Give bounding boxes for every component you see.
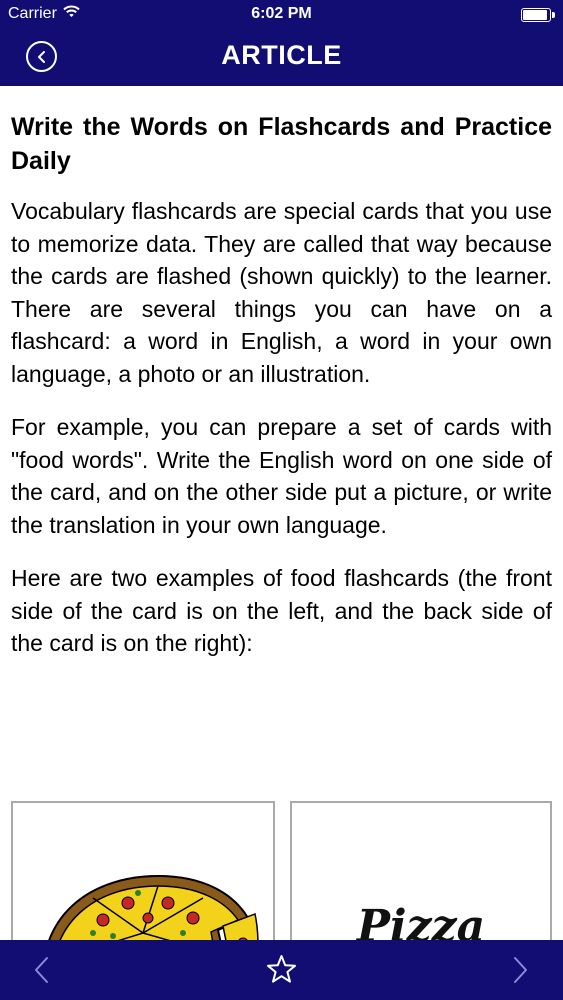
status-time: 6:02 PM xyxy=(251,5,312,22)
header: Carrier 6:02 PM ARTICLE xyxy=(0,0,563,86)
nav-bar: ARTICLE xyxy=(0,30,563,86)
star-icon xyxy=(267,955,296,983)
pizza-illustration xyxy=(48,874,259,940)
article-paragraph: Here are two examples of food flashcards… xyxy=(11,565,552,656)
battery-icon xyxy=(521,8,555,22)
article-paragraph: Vocabulary flashcards are special cards … xyxy=(11,198,552,387)
previous-article-button[interactable] xyxy=(32,955,52,990)
battery-level xyxy=(523,10,547,20)
next-article-button[interactable] xyxy=(510,955,530,990)
page-title: ARTICLE xyxy=(221,40,342,70)
bottom-toolbar xyxy=(0,940,563,1000)
article-title: Write the Words on Flashcards and Practi… xyxy=(11,113,552,175)
flashcard-examples: Pizza xyxy=(11,801,552,940)
article-paragraph: For example, you can prepare a set of ca… xyxy=(11,414,552,538)
favorite-button[interactable] xyxy=(266,954,297,989)
chevron-left-icon xyxy=(35,957,48,983)
chevron-right-icon xyxy=(514,957,527,983)
flashcard-front xyxy=(11,801,275,940)
flashcard-back: Pizza xyxy=(290,801,552,940)
flashcard-word: Pizza xyxy=(356,901,486,940)
status-bar: Carrier 6:02 PM xyxy=(0,0,563,30)
article-content[interactable]: Write the Words on Flashcards and Practi… xyxy=(0,86,563,940)
